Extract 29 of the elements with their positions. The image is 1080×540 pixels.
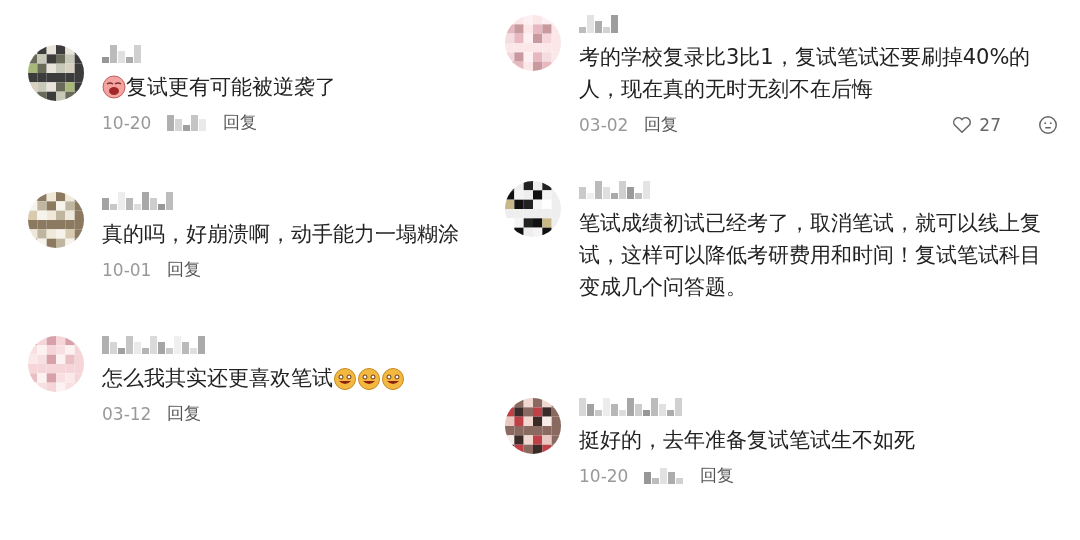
avatar[interactable] (505, 181, 561, 237)
blurred-username (102, 45, 142, 63)
blurred-username (579, 15, 619, 33)
comment-date: 10-20 (102, 112, 152, 133)
comment-text: 怎么我其实还更喜欢笔试 (102, 365, 333, 392)
comment-date: 10-20 (579, 465, 629, 486)
comment-text: 考的学校复录比3比1，复试笔试还要刷掉40%的人，现在真的无时无刻不在后悔 (579, 44, 1032, 103)
reply-link[interactable]: 回复 (700, 464, 735, 487)
comment-text: 真的吗，好崩溃啊，动手能力一塌糊涂 (102, 221, 459, 248)
comment-date: 03-02 (579, 114, 629, 135)
reply-link[interactable]: 回复 (644, 113, 679, 136)
reply-link[interactable]: 回复 (167, 258, 202, 281)
crying-face-icon (102, 75, 126, 99)
comment-text: 笔试成绩初试已经考了，取消笔试，就可以线上复试，这样可以降低考研费用和时间！复试笔试科目变成几个问答题。 (579, 210, 1042, 301)
grinning-face-icon (381, 366, 405, 390)
comment-date: 10-01 (102, 259, 152, 280)
grinning-face-icon (333, 366, 357, 390)
avatar[interactable] (28, 45, 84, 101)
comment-text: 复试更有可能被逆袭了 (126, 74, 336, 101)
dislike-face-icon[interactable] (1037, 113, 1059, 136)
grinning-face-icon (357, 366, 381, 390)
avatar[interactable] (505, 398, 561, 454)
comment-date: 03-12 (102, 403, 152, 424)
blurred-username (102, 192, 174, 210)
comment-text: 挺好的，去年准备复试笔试生不如死 (579, 427, 915, 454)
reply-link[interactable]: 回复 (223, 111, 258, 134)
blurred-username (579, 181, 651, 199)
like-count: 27 (979, 114, 1001, 135)
reply-link[interactable]: 回复 (167, 402, 202, 425)
